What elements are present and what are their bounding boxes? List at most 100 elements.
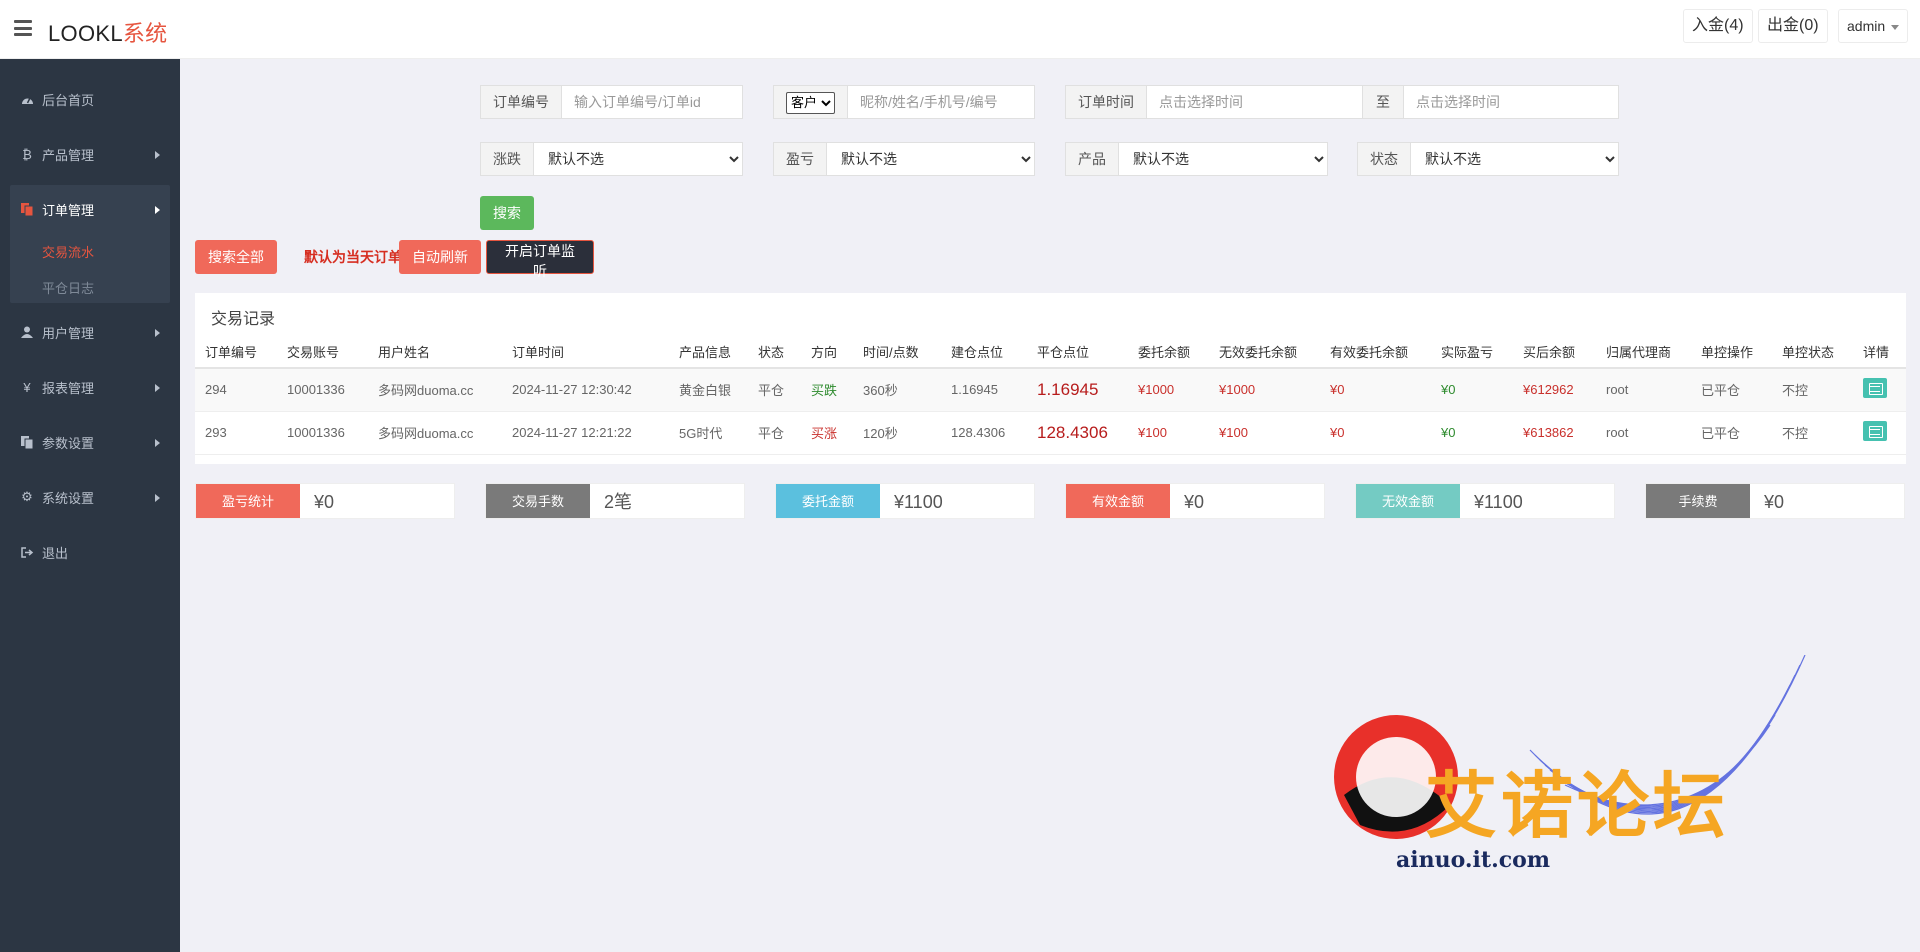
sidebar: 后台首页 ₿ 产品管理 订单管理 交易流水 平仓日志 用户管理 ¥ 报表管理 参… <box>0 59 180 952</box>
cell-status: 平仓 <box>748 411 801 455</box>
stat-profit: 盈亏统计 ¥0 <box>195 483 455 519</box>
user-name: admin <box>1847 18 1886 34</box>
cell-valid-entrust: ¥0 <box>1320 411 1431 455</box>
cell-direction: 买跌 <box>801 368 853 412</box>
search-all-button[interactable]: 搜索全部 <box>195 240 277 274</box>
stat-value: ¥0 <box>1184 492 1205 512</box>
sidebar-item-logout[interactable]: 退出 <box>0 532 180 572</box>
sidebar-item-home[interactable]: 后台首页 <box>0 79 180 119</box>
watermark-logo: 艾诺论坛 ainuo.it.com <box>1330 655 1810 905</box>
cell-order-id: 294 <box>195 368 277 412</box>
stat-value: ¥0 <box>1764 492 1785 512</box>
cell-open-price: 1.16945 <box>941 368 1027 412</box>
gears-icon: ⚙ <box>21 489 33 504</box>
order-monitor-button[interactable]: 开启订单监听 <box>486 240 594 279</box>
table-header: 详情 <box>1853 336 1906 369</box>
sidebar-item-label: 参数设置 <box>42 435 95 451</box>
rise-fall-select[interactable]: 默认不选 <box>534 143 742 175</box>
profit-select[interactable]: 默认不选 <box>827 143 1034 175</box>
cell-order-time: 2024-11-27 12:30:42 <box>502 368 669 412</box>
chevron-right-icon <box>155 151 160 159</box>
cell-close-price: 128.4306 <box>1027 411 1128 455</box>
cell-agent: root <box>1596 411 1691 455</box>
order-time-label: 订单时间 <box>1066 86 1147 118</box>
detail-list-icon[interactable] <box>1863 378 1887 399</box>
order-no-label: 订单编号 <box>481 86 562 118</box>
table-header: 建仓点位 <box>941 336 1027 369</box>
table-header: 交易账号 <box>277 336 368 369</box>
cell-balance: ¥612962 <box>1513 368 1596 412</box>
bitcoin-icon: ₿ <box>22 146 32 162</box>
sidebar-item-label: 产品管理 <box>42 147 95 163</box>
table-header: 时间/点数 <box>853 336 941 369</box>
product-field: 产品 默认不选 <box>1065 142 1328 176</box>
cell-valid-entrust: ¥0 <box>1320 368 1431 412</box>
product-select[interactable]: 默认不选 <box>1119 143 1327 175</box>
panel-title: 交易记录 <box>211 311 276 328</box>
cell-ctrl-status: 不控 <box>1772 411 1853 455</box>
status-field: 状态 默认不选 <box>1357 142 1619 176</box>
table-header: 有效委托余额 <box>1320 336 1431 369</box>
cell-duration: 360秒 <box>853 368 941 412</box>
copy-icon <box>20 435 34 449</box>
deposit-button[interactable]: 入金(4) <box>1683 9 1753 43</box>
search-button[interactable]: 搜索 <box>480 196 534 230</box>
sidebar-item-orders[interactable]: 订单管理 <box>0 189 180 229</box>
sidebar-item-reports[interactable]: ¥ 报表管理 <box>0 367 180 407</box>
cell-agent: root <box>1596 368 1691 412</box>
customer-select-wrap: 客户 <box>774 86 848 118</box>
sidebar-item-label: 系统设置 <box>42 490 95 506</box>
cell-entrust: ¥100 <box>1128 411 1209 455</box>
cell-detail <box>1853 368 1906 412</box>
table-header: 状态 <box>748 336 801 369</box>
order-no-input[interactable] <box>562 86 742 118</box>
signout-icon <box>20 545 34 559</box>
customer-type-select[interactable]: 客户 <box>786 91 835 114</box>
stat-valid-amount: 有效金额 ¥0 <box>1065 483 1325 519</box>
table-header: 用户姓名 <box>368 336 502 369</box>
stat-label: 交易手数 <box>486 484 590 518</box>
stat-fee: 手续费 ¥0 <box>1645 483 1905 519</box>
sidebar-item-system[interactable]: ⚙ 系统设置 <box>0 477 180 517</box>
cell-ctrl-status: 不控 <box>1772 368 1853 412</box>
table-row: 293 10001336 多码网duoma.cc 2024-11-27 12:2… <box>195 411 1906 455</box>
cell-duration: 120秒 <box>853 411 941 455</box>
auto-refresh-button[interactable]: 自动刷新 <box>399 240 481 274</box>
sidebar-subitem-transactions[interactable]: 交易流水 <box>42 242 94 261</box>
cell-order-id: 293 <box>195 411 277 455</box>
chevron-right-icon <box>155 494 160 502</box>
stat-label: 有效金额 <box>1066 484 1170 518</box>
customer-field: 客户 <box>773 85 1035 119</box>
watermark-url: ainuo.it.com <box>1396 847 1551 873</box>
stat-value: ¥1100 <box>894 492 943 512</box>
table-header: 订单时间 <box>502 336 669 369</box>
sidebar-item-users[interactable]: 用户管理 <box>0 312 180 352</box>
end-time-input[interactable] <box>1404 86 1618 118</box>
start-time-input[interactable] <box>1147 86 1363 118</box>
detail-list-icon[interactable] <box>1863 421 1887 441</box>
sidebar-item-label: 订单管理 <box>42 202 95 218</box>
sidebar-subitem-close-log[interactable]: 平仓日志 <box>42 278 94 297</box>
sidebar-item-products[interactable]: ₿ 产品管理 <box>0 134 180 174</box>
sidebar-item-label: 报表管理 <box>42 380 95 396</box>
stat-label: 盈亏统计 <box>196 484 300 518</box>
table-header: 订单编号 <box>195 336 277 369</box>
chevron-right-icon <box>155 329 160 337</box>
status-select[interactable]: 默认不选 <box>1411 143 1618 175</box>
withdraw-button[interactable]: 出金(0) <box>1758 9 1828 43</box>
user-icon <box>20 325 34 339</box>
cell-status: 平仓 <box>748 368 801 412</box>
cell-account: 10001336 <box>277 411 368 455</box>
cell-pnl: ¥0 <box>1431 368 1513 412</box>
table-header: 归属代理商 <box>1596 336 1691 369</box>
product-label: 产品 <box>1066 143 1119 175</box>
menu-toggle-icon[interactable] <box>14 20 32 36</box>
table-header: 方向 <box>801 336 853 369</box>
copy-icon <box>20 202 34 216</box>
to-label: 至 <box>1363 86 1404 118</box>
order-no-field: 订单编号 <box>480 85 743 119</box>
sidebar-item-params[interactable]: 参数设置 <box>0 422 180 462</box>
sidebar-item-label: 用户管理 <box>42 325 95 341</box>
user-menu-button[interactable]: admin <box>1838 9 1909 43</box>
customer-input[interactable] <box>848 86 1034 118</box>
